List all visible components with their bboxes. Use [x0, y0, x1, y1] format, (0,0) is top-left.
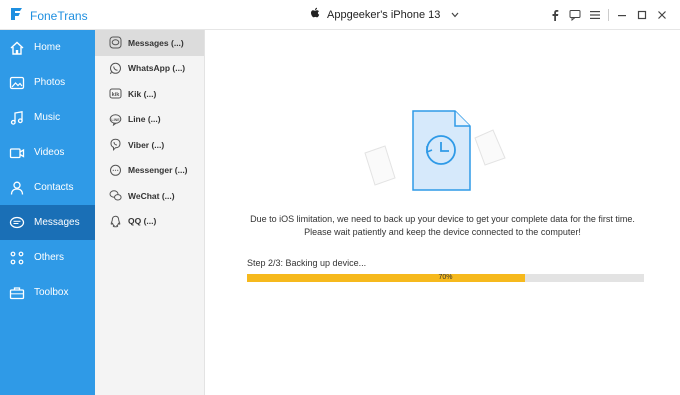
sidebar-item-label: Messages [34, 217, 80, 228]
sidebar-item-label: Photos [34, 77, 66, 88]
facebook-icon[interactable] [545, 5, 565, 25]
app-brand: FoneTrans [8, 6, 88, 25]
divider [608, 9, 609, 21]
device-selector[interactable]: Appgeeker's iPhone 13 [310, 7, 459, 22]
sidebar-item-photos[interactable]: Photos [0, 65, 95, 100]
chevron-down-icon [451, 9, 459, 21]
subpanel-item-viber[interactable]: Viber (...) [95, 132, 204, 158]
svg-text:kik: kik [111, 92, 120, 98]
sidebar-item-music[interactable]: Music [0, 100, 95, 135]
app-name: FoneTrans [30, 8, 88, 23]
subpanel-item-messages[interactable]: Messages (...) [95, 30, 204, 56]
device-name: Appgeeker's iPhone 13 [327, 8, 441, 21]
sidebar-item-messages[interactable]: Messages [0, 205, 95, 240]
chat-icon[interactable] [565, 5, 585, 25]
sidebar-item-contacts[interactable]: Contacts [0, 170, 95, 205]
sidebar-item-videos[interactable]: Videos [0, 135, 95, 170]
main-content: Due to iOS limitation, we need to back u… [205, 30, 680, 395]
sidebar-item-toolbox[interactable]: Toolbox [0, 275, 95, 310]
viber-icon [108, 138, 122, 152]
subpanel-item-qq[interactable]: QQ (...) [95, 209, 204, 235]
kik-icon: kik [108, 87, 122, 101]
subpanel-item-kik[interactable]: kik Kik (...) [95, 81, 204, 107]
maximize-icon[interactable] [632, 5, 652, 25]
subpanel-item-label: WeChat (...) [128, 190, 175, 201]
backup-illustration [355, 108, 525, 218]
progress-percent: 70% [438, 274, 453, 281]
subpanel-item-label: Messages (...) [128, 37, 184, 48]
close-icon[interactable] [652, 5, 672, 25]
line-icon: LINE [108, 112, 122, 126]
info-message-line2: Please wait patiently and keep the devic… [304, 227, 581, 237]
apple-icon [310, 7, 320, 22]
subpanel-item-label: Line (...) [128, 114, 161, 125]
whatsapp-icon [108, 61, 122, 75]
sidebar-item-label: Home [34, 42, 61, 53]
minimize-icon[interactable] [612, 5, 632, 25]
svg-text:LINE: LINE [111, 118, 120, 122]
window-controls [545, 5, 672, 25]
wechat-icon [108, 189, 122, 203]
subpanel-item-label: QQ (...) [128, 216, 157, 227]
message-sources-panel: Messages (...) WhatsApp (...) kik Kik (.… [95, 30, 205, 395]
messenger-icon [108, 163, 122, 177]
others-icon [8, 249, 26, 267]
messages-icon [8, 214, 26, 232]
info-message-line1: Due to iOS limitation, we need to back u… [250, 214, 635, 224]
sidebar-item-label: Contacts [34, 182, 74, 193]
contacts-icon [8, 179, 26, 197]
subpanel-item-label: WhatsApp (...) [128, 63, 186, 74]
subpanel-item-label: Kik (...) [128, 88, 157, 99]
toolbox-icon [8, 284, 26, 302]
subpanel-item-label: Viber (...) [128, 139, 165, 150]
sidebar-item-label: Others [34, 252, 65, 263]
home-icon [8, 39, 26, 57]
subpanel-item-line[interactable]: LINE Line (...) [95, 107, 204, 133]
sidebar-item-label: Videos [34, 147, 65, 158]
subpanel-item-wechat[interactable]: WeChat (...) [95, 183, 204, 209]
subpanel-item-messenger[interactable]: Messenger (...) [95, 158, 204, 184]
sidebar-item-label: Music [34, 112, 61, 123]
title-bar: FoneTrans Appgeeker's iPhone 13 [0, 0, 680, 30]
sidebar: Home Photos Music Videos Contacts Messag… [0, 30, 95, 395]
backup-progress-bar: 70% [247, 274, 644, 282]
fonetrans-logo-icon [8, 6, 24, 25]
subpanel-item-whatsapp[interactable]: WhatsApp (...) [95, 56, 204, 82]
sidebar-item-home[interactable]: Home [0, 30, 95, 65]
videos-icon [8, 144, 26, 162]
qq-icon [108, 214, 122, 228]
photos-icon [8, 74, 26, 92]
music-icon [8, 109, 26, 127]
subpanel-item-label: Messenger (...) [128, 165, 188, 176]
menu-icon[interactable] [585, 5, 605, 25]
step-status: Step 2/3: Backing up device... [247, 258, 367, 268]
messages-icon [108, 36, 122, 50]
sidebar-item-label: Toolbox [34, 287, 69, 298]
sidebar-item-others[interactable]: Others [0, 240, 95, 275]
